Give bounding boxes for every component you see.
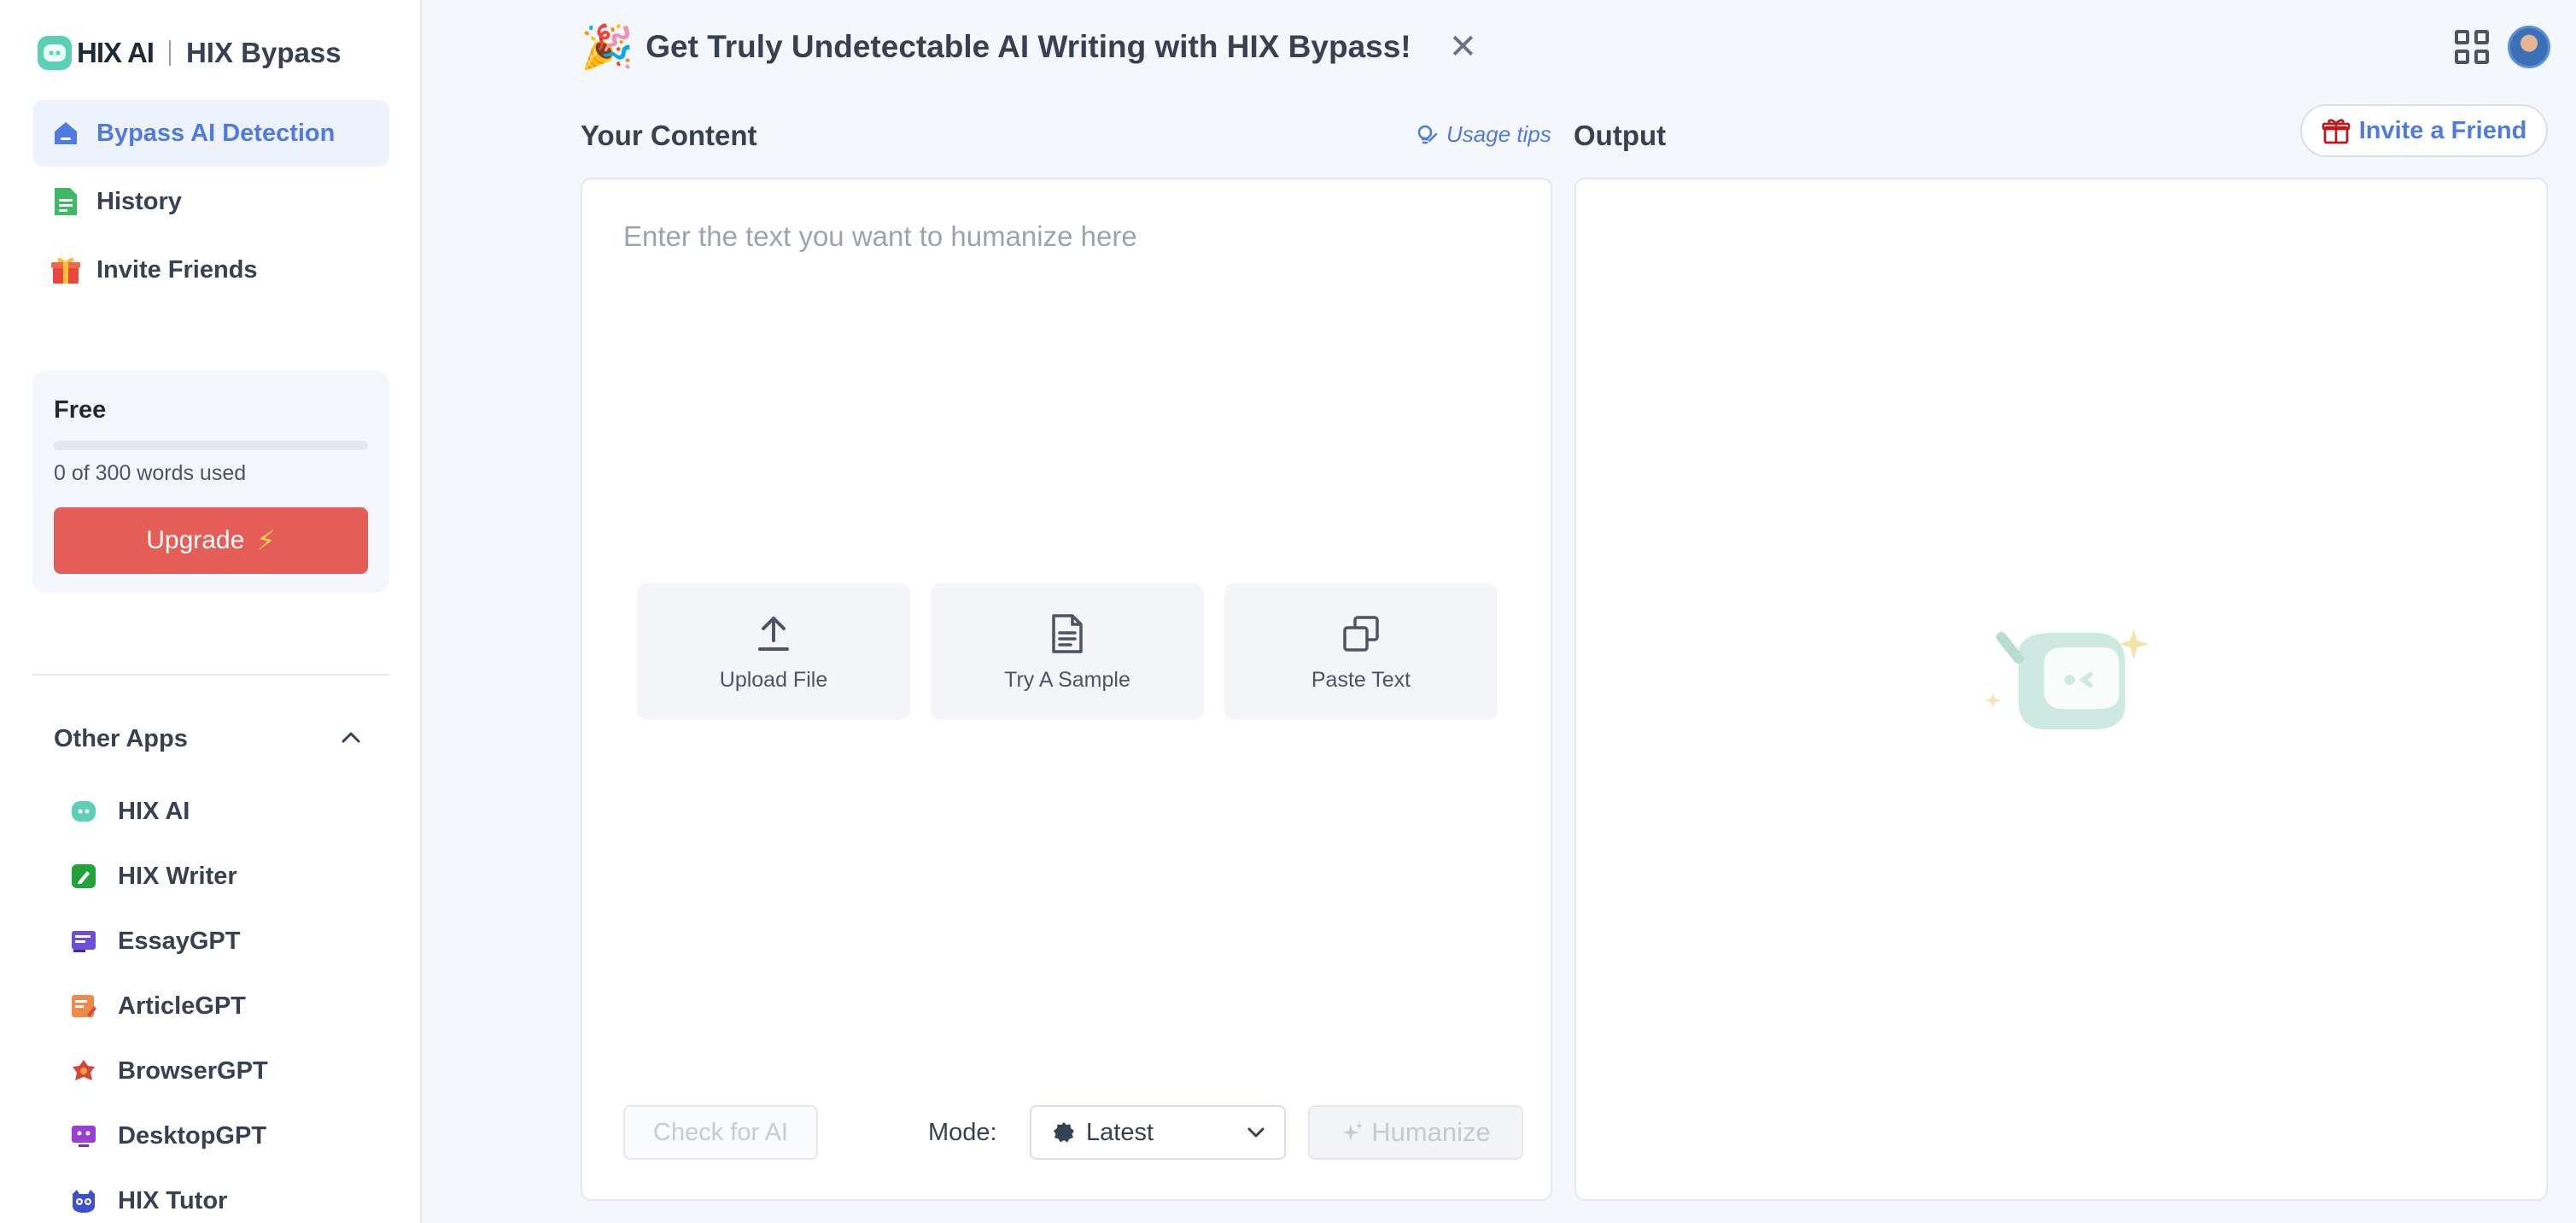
browsergpt-icon [68, 1056, 99, 1086]
app-item-hix-ai[interactable]: HIX AI [68, 779, 268, 844]
sidebar-item-label: Bypass AI Detection [96, 119, 336, 147]
mode-select[interactable]: Latest [1030, 1105, 1286, 1160]
sidebar-item-history[interactable]: History [32, 168, 389, 235]
home-icon [50, 117, 82, 149]
app-item-label: HIX AI [118, 797, 190, 825]
articlegpt-icon [68, 991, 99, 1021]
app-item-label: ArticleGPT [118, 992, 246, 1020]
other-apps-list: HIX AI HIX Writer EssayGPT ArticleGPT Br… [68, 779, 268, 1223]
upgrade-button-label: Upgrade [146, 526, 245, 554]
upload-icon [755, 612, 792, 656]
your-content-title: Your Content [581, 120, 757, 151]
hix-ai-logo-icon [38, 36, 72, 70]
bolt-icon: ⚡ [256, 525, 276, 556]
check-for-ai-button[interactable]: Check for AI [623, 1105, 818, 1160]
try-sample-button[interactable]: Try A Sample [931, 583, 1204, 720]
avatar[interactable] [2508, 26, 2550, 68]
document-icon [50, 185, 82, 218]
upgrade-button[interactable]: Upgrade ⚡ [54, 507, 368, 574]
input-pane: Upload File Try A Sample Paste Text Chec… [581, 178, 1552, 1201]
empty-output-mascot-icon [1984, 629, 2155, 752]
app-item-hix-writer[interactable]: HIX Writer [68, 844, 268, 909]
plan-card: Free 0 of 300 words used Upgrade ⚡ [32, 371, 389, 593]
app-item-browsergpt[interactable]: BrowserGPT [68, 1039, 268, 1103]
app-item-essaygpt[interactable]: EssayGPT [68, 909, 268, 974]
usage-text: 0 of 300 words used [54, 461, 247, 485]
essaygpt-icon [68, 926, 99, 957]
other-apps-toggle[interactable]: Other Apps [54, 719, 361, 758]
invite-friend-button[interactable]: Invite a Friend [2300, 104, 2548, 157]
mode-label: Mode: [928, 1119, 997, 1146]
hix-ai-icon [68, 796, 99, 827]
input-bottom-bar: Check for AI Mode: Latest Humanize [623, 1105, 1523, 1160]
gift-icon [50, 254, 82, 286]
input-actions: Upload File Try A Sample Paste Text [637, 583, 1498, 720]
sidebar-item-invite-friends[interactable]: Invite Friends [32, 237, 389, 303]
sidebar-divider [32, 674, 389, 676]
usage-tips-label: Usage tips [1446, 121, 1551, 147]
party-popper-icon: 🎉 [581, 22, 634, 71]
content-input[interactable] [623, 220, 1511, 477]
hix-tutor-icon [68, 1185, 99, 1216]
output-title: Output [1574, 120, 1667, 151]
app-item-desktopgpt[interactable]: DesktopGPT [68, 1103, 268, 1168]
top-right-controls [2455, 26, 2550, 68]
sidebar-item-label: Invite Friends [96, 255, 258, 284]
promo-banner-text[interactable]: Get Truly Undetectable AI Writing with H… [645, 29, 1411, 65]
sparkle-icon [1342, 1122, 1364, 1141]
chevron-up-icon [341, 730, 361, 748]
upload-file-label: Upload File [719, 667, 828, 692]
paste-text-button[interactable]: Paste Text [1224, 583, 1498, 720]
try-sample-label: Try A Sample [1004, 667, 1130, 692]
sidebar-item-label: History [96, 187, 182, 215]
app-item-articlegpt[interactable]: ArticleGPT [68, 974, 268, 1039]
brand-separator [168, 40, 171, 66]
output-pane [1574, 178, 2548, 1201]
mode-value: Latest [1086, 1118, 1154, 1146]
brand-logo-text: HIX AI [77, 37, 155, 68]
lightbulb-icon [1417, 125, 1438, 143]
upload-file-button[interactable]: Upload File [637, 583, 910, 720]
other-apps-title: Other Apps [54, 724, 188, 752]
paste-text-label: Paste Text [1311, 667, 1411, 692]
plan-name: Free [54, 396, 107, 424]
chevron-down-icon [1247, 1127, 1265, 1138]
mode-badge-icon [1054, 1122, 1074, 1143]
paste-icon [1341, 612, 1381, 656]
sidebar: HIX AI HIX Bypass Bypass AI Detection Hi… [0, 0, 422, 1223]
brand[interactable]: HIX AI HIX Bypass [38, 34, 342, 72]
sidebar-item-bypass-ai-detection[interactable]: Bypass AI Detection [32, 100, 389, 167]
app-item-label: HIX Tutor [118, 1186, 228, 1214]
humanize-button[interactable]: Humanize [1308, 1105, 1523, 1160]
brand-product-name: HIX Bypass [185, 37, 342, 68]
promo-banner: 🎉 Get Truly Undetectable AI Writing with… [581, 20, 1477, 73]
app-item-label: BrowserGPT [118, 1056, 268, 1085]
sample-document-icon [1050, 612, 1084, 656]
app-item-hix-tutor[interactable]: HIX Tutor [68, 1168, 268, 1223]
desktopgpt-icon [68, 1121, 99, 1151]
sidebar-nav: Bypass AI Detection History Invite Frien… [32, 100, 389, 305]
apps-grid-icon[interactable] [2455, 30, 2489, 64]
hix-writer-icon [68, 861, 99, 892]
app-item-label: HIX Writer [118, 862, 237, 890]
app-item-label: EssayGPT [118, 927, 241, 955]
invite-friend-label: Invite a Friend [2358, 116, 2527, 144]
usage-tips-link[interactable]: Usage tips [1416, 121, 1551, 148]
close-icon[interactable]: ✕ [1449, 27, 1478, 67]
humanize-label: Humanize [1371, 1117, 1491, 1147]
app-item-label: DesktopGPT [118, 1121, 267, 1150]
gift-icon [2322, 119, 2351, 144]
usage-progress-bar [54, 441, 368, 450]
